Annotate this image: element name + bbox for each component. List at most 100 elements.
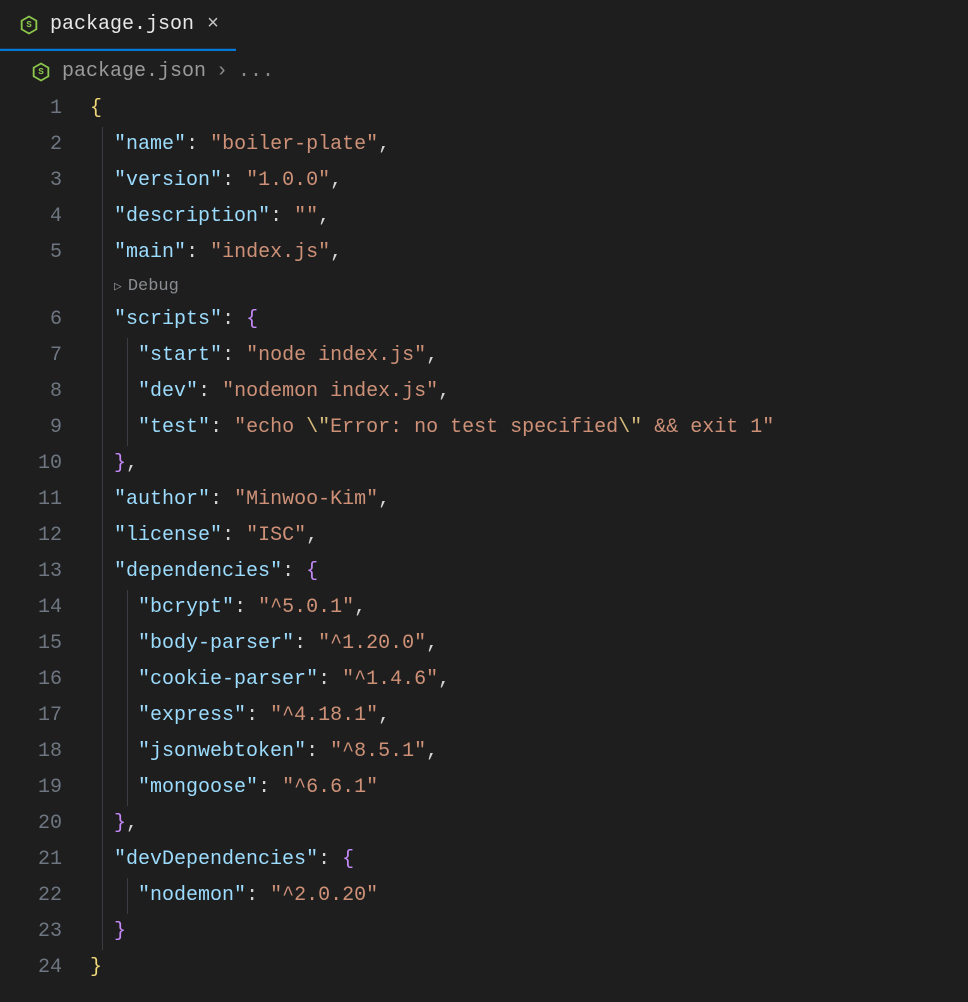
code-line[interactable]: 3 "version": "1.0.0", <box>0 163 968 199</box>
line-number: 9 <box>0 410 90 446</box>
json-key: dev <box>150 380 186 403</box>
json-escape: \" <box>618 416 642 439</box>
code-line[interactable]: 23 } <box>0 914 968 950</box>
line-number: 1 <box>0 91 90 127</box>
chevron-right-icon: › <box>216 60 228 83</box>
codelens-debug[interactable]: ▷Debug <box>90 272 179 302</box>
line-number: 3 <box>0 163 90 199</box>
code-line[interactable]: 22 "nodemon": "^2.0.20" <box>0 878 968 914</box>
line-number: 21 <box>0 842 90 878</box>
line-number: 11 <box>0 482 90 518</box>
json-value: index.js <box>222 241 318 264</box>
json-key: main <box>126 241 174 264</box>
json-value: echo <box>246 416 306 439</box>
line-number: 6 <box>0 302 90 338</box>
json-value: ^1.4.6 <box>354 668 426 691</box>
code-line[interactable]: 16 "cookie-parser": "^1.4.6", <box>0 662 968 698</box>
line-number: 15 <box>0 626 90 662</box>
line-number: 19 <box>0 770 90 806</box>
json-value: ^6.6.1 <box>294 776 366 799</box>
code-line[interactable]: 20 }, <box>0 806 968 842</box>
nodejs-icon <box>18 14 40 36</box>
json-value: && exit 1 <box>642 416 762 439</box>
line-number: 10 <box>0 446 90 482</box>
json-key: cookie-parser <box>150 668 306 691</box>
code-line[interactable]: 21 "devDependencies": { <box>0 842 968 878</box>
codelens-row: ▷Debug <box>0 271 968 302</box>
json-key: description <box>126 205 258 228</box>
json-key: express <box>150 704 234 727</box>
codelens-label: Debug <box>128 272 179 302</box>
json-value: ISC <box>258 524 294 547</box>
json-key: mongoose <box>150 776 246 799</box>
json-value: Error: no test specified <box>330 416 618 439</box>
code-line[interactable]: 12 "license": "ISC", <box>0 518 968 554</box>
line-number: 24 <box>0 950 90 986</box>
json-key: bcrypt <box>150 596 222 619</box>
line-number: 22 <box>0 878 90 914</box>
line-number: 4 <box>0 199 90 235</box>
json-key: body-parser <box>150 632 282 655</box>
breadcrumb[interactable]: package.json › ... <box>0 52 968 91</box>
code-line[interactable]: 9 "test": "echo \"Error: no test specifi… <box>0 410 968 446</box>
json-key: license <box>126 524 210 547</box>
code-line[interactable]: 7 "start": "node index.js", <box>0 338 968 374</box>
json-key: dependencies <box>126 560 270 583</box>
line-number: 16 <box>0 662 90 698</box>
code-line[interactable]: 10 }, <box>0 446 968 482</box>
json-key: author <box>126 488 198 511</box>
line-number: 18 <box>0 734 90 770</box>
code-line[interactable]: 11 "author": "Minwoo-Kim", <box>0 482 968 518</box>
tab-package-json[interactable]: package.json × <box>0 0 236 51</box>
json-value: ^2.0.20 <box>282 884 366 907</box>
line-number: 2 <box>0 127 90 163</box>
json-key: test <box>150 416 198 439</box>
code-line[interactable]: 8 "dev": "nodemon index.js", <box>0 374 968 410</box>
code-line[interactable]: 19 "mongoose": "^6.6.1" <box>0 770 968 806</box>
breadcrumb-file[interactable]: package.json <box>62 60 206 83</box>
code-line[interactable]: 1 { <box>0 91 968 127</box>
line-number: 8 <box>0 374 90 410</box>
tab-bar: package.json × <box>0 0 968 52</box>
json-key: start <box>150 344 210 367</box>
tab-label: package.json <box>50 13 194 36</box>
json-key: version <box>126 169 210 192</box>
json-value: nodemon index.js <box>234 380 426 403</box>
line-number: 17 <box>0 698 90 734</box>
json-value: ^8.5.1 <box>342 740 414 763</box>
json-value: node index.js <box>258 344 414 367</box>
json-key: scripts <box>126 308 210 331</box>
json-value: ^4.18.1 <box>282 704 366 727</box>
line-number: 7 <box>0 338 90 374</box>
code-line[interactable]: 5 "main": "index.js", <box>0 235 968 271</box>
json-value: Minwoo-Kim <box>246 488 366 511</box>
code-line[interactable]: 4 "description": "", <box>0 199 968 235</box>
line-number: 14 <box>0 590 90 626</box>
nodejs-icon <box>30 61 52 83</box>
code-line[interactable]: 24 } <box>0 950 968 986</box>
play-icon: ▷ <box>114 272 122 302</box>
code-line[interactable]: 13 "dependencies": { <box>0 554 968 590</box>
json-key: name <box>126 133 174 156</box>
line-number: 23 <box>0 914 90 950</box>
close-icon[interactable]: × <box>204 13 222 36</box>
line-number: 20 <box>0 806 90 842</box>
json-value: ^1.20.0 <box>330 632 414 655</box>
json-value: boiler-plate <box>222 133 366 156</box>
line-number: 12 <box>0 518 90 554</box>
json-escape: \" <box>306 416 330 439</box>
code-line[interactable]: 6 "scripts": { <box>0 302 968 338</box>
code-line[interactable]: 14 "bcrypt": "^5.0.1", <box>0 590 968 626</box>
code-editor[interactable]: 1 { 2 "name": "boiler-plate", 3 "version… <box>0 91 968 986</box>
code-line[interactable]: 18 "jsonwebtoken": "^8.5.1", <box>0 734 968 770</box>
breadcrumb-ellipsis[interactable]: ... <box>238 60 274 83</box>
json-key: devDependencies <box>126 848 306 871</box>
json-key: nodemon <box>150 884 234 907</box>
code-line[interactable]: 17 "express": "^4.18.1", <box>0 698 968 734</box>
line-number: 5 <box>0 235 90 271</box>
json-key: jsonwebtoken <box>150 740 294 763</box>
code-line[interactable]: 2 "name": "boiler-plate", <box>0 127 968 163</box>
json-value: 1.0.0 <box>258 169 318 192</box>
json-value: ^5.0.1 <box>270 596 342 619</box>
code-line[interactable]: 15 "body-parser": "^1.20.0", <box>0 626 968 662</box>
